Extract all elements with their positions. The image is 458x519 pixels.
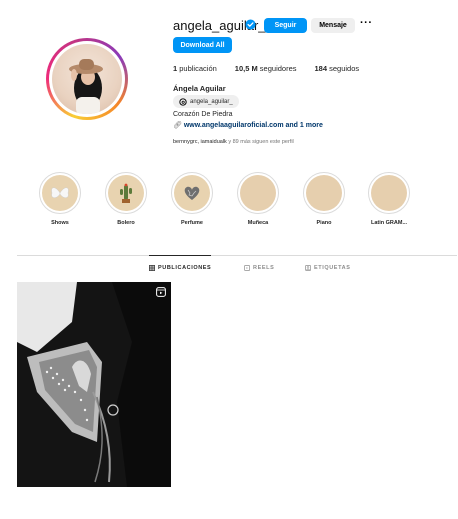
followers-count-value: 10,5 M — [234, 64, 258, 73]
more-options-icon[interactable]: ··· — [360, 17, 373, 29]
active-tab-indicator — [149, 255, 211, 256]
highlight-perfume[interactable]: Perfume — [171, 172, 213, 226]
followed-by-names: bernnygrc, iamaidualk — [173, 139, 227, 145]
highlight-shows[interactable]: Shows — [39, 172, 81, 226]
cactus-icon — [108, 175, 144, 211]
blank-icon — [371, 175, 407, 211]
tab-reels[interactable]: REELS — [244, 265, 274, 271]
posts-count-label: publicación — [177, 64, 217, 73]
post-thumbnail[interactable] — [17, 282, 171, 487]
link-icon: 🔗︎ — [173, 122, 182, 129]
message-button[interactable]: Mensaje — [311, 18, 355, 33]
avatar-portrait-icon — [69, 59, 103, 114]
tab-posts[interactable]: PUBLICACIONES — [149, 265, 211, 271]
grid-icon — [149, 265, 155, 271]
highlight-ring — [171, 172, 213, 214]
download-all-button[interactable]: Download All — [173, 37, 232, 53]
highlight-latin-gram[interactable]: Latin GRAM... — [368, 172, 410, 226]
followed-by[interactable]: bernnygrc, iamaidualk y 89 más siguen es… — [173, 139, 294, 145]
heart-icon — [174, 175, 210, 211]
highlight-label: Bolero — [117, 220, 135, 226]
follow-button[interactable]: Seguir — [264, 18, 307, 33]
tabs-divider — [17, 255, 457, 256]
highlight-label: Muñeca — [247, 220, 269, 226]
followed-by-suffix: y 89 más siguen este perfil — [226, 139, 294, 145]
highlight-piano[interactable]: Piano — [303, 172, 345, 226]
following-count-label: seguidos — [327, 64, 360, 73]
profile-bio: Corazón De Piedra — [173, 111, 233, 118]
threads-icon — [179, 97, 187, 106]
tab-posts-label: PUBLICACIONES — [158, 265, 212, 271]
threads-badge[interactable]: angela_aguilar_ — [173, 95, 239, 108]
reels-icon — [244, 265, 250, 271]
tab-tagged-label: ETIQUETAS — [314, 265, 351, 271]
avatar-frame — [49, 41, 125, 117]
profile-link[interactable]: 🔗︎ www.angelaaguilaroficial.com and 1 mo… — [173, 121, 323, 129]
avatar-photo — [52, 44, 122, 114]
highlight-label: Shows — [51, 220, 69, 226]
profile-link-text: www.angelaaguilaroficial.com and 1 more — [183, 122, 323, 129]
profile-stats: 1 publicación 10,5 M seguidores 184 segu… — [173, 64, 377, 73]
post-image — [17, 282, 171, 487]
highlight-ring — [237, 172, 279, 214]
tab-tagged[interactable]: ETIQUETAS — [305, 265, 350, 271]
highlight-ring — [303, 172, 345, 214]
reel-badge-icon — [156, 287, 166, 297]
highlight-ring — [368, 172, 410, 214]
following-count-value: 184 — [314, 64, 328, 73]
highlight-label: Piano — [316, 220, 332, 226]
tagged-icon — [305, 265, 311, 271]
blank-icon — [240, 175, 276, 211]
highlight-label: Perfume — [180, 220, 203, 226]
posts-count: 1 publicación — [173, 64, 217, 73]
verified-badge-icon — [245, 19, 256, 30]
followers-count-label: seguidores — [257, 64, 297, 73]
threads-handle: angela_aguilar_ — [190, 98, 233, 105]
followers-count[interactable]: 10,5 M seguidores — [235, 64, 297, 73]
blank-icon — [306, 175, 342, 211]
butterfly-icon — [42, 175, 78, 211]
highlight-ring — [39, 172, 81, 214]
highlight-ring — [105, 172, 147, 214]
highlight-muneca[interactable]: Muñeca — [237, 172, 279, 226]
highlight-label: Latin GRAM... — [370, 220, 408, 226]
tab-reels-label: REELS — [253, 265, 275, 271]
following-count[interactable]: 184 seguidos — [315, 64, 360, 73]
profile-avatar[interactable] — [46, 38, 128, 120]
highlight-bolero[interactable]: Bolero — [105, 172, 147, 226]
profile-full-name: Ángela Aguilar — [173, 84, 226, 93]
